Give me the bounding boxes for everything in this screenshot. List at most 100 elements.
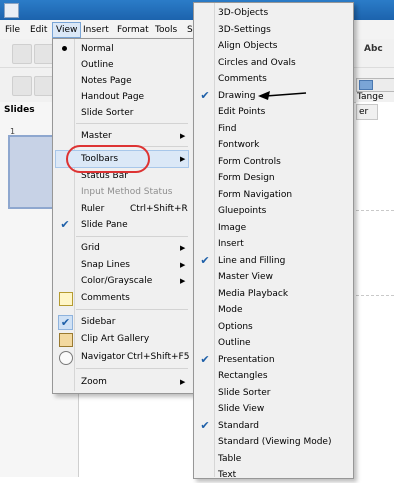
view-menu-outline[interactable]: Outline: [55, 57, 189, 73]
menu-item-label: Form Controls: [218, 157, 281, 167]
toolbar-item-options[interactable]: Options: [195, 319, 350, 335]
toolbar-item-standard[interactable]: ✔ Standard: [195, 418, 350, 434]
menu-view[interactable]: View: [52, 22, 82, 38]
menu-item-label: 3D-Objects: [218, 8, 269, 18]
menu-item-label: 3D-Settings: [218, 25, 271, 35]
menu-item-label: Presentation: [218, 355, 275, 365]
app-icon: [4, 3, 19, 18]
menu-item-label: Outline: [81, 60, 114, 70]
menu-item-label: Snap Lines: [81, 260, 130, 270]
menu-separator: [76, 368, 188, 369]
menu-item-label: Zoom: [81, 377, 107, 387]
menu-item-label: Clip Art Gallery: [81, 334, 150, 344]
line-tool-icon[interactable]: [34, 76, 54, 96]
view-menu-snap-lines[interactable]: Snap Lines ▶: [55, 257, 189, 273]
comments-icon: [59, 292, 73, 306]
menu-insert[interactable]: Insert: [80, 23, 112, 37]
toolbar-item-slide-view[interactable]: Slide View: [195, 401, 350, 417]
view-menu-handout-page[interactable]: Handout Page: [55, 89, 189, 105]
menu-format[interactable]: Format: [114, 23, 152, 37]
toolbar-item-form-design[interactable]: Form Design: [195, 170, 350, 186]
submenu-arrow-icon: ▶: [180, 244, 186, 252]
toolbar-item-edit-points[interactable]: Edit Points: [195, 104, 350, 120]
toolbar-item-image[interactable]: Image: [195, 220, 350, 236]
checkmark-icon: ✔: [58, 315, 73, 330]
toolbar-item-3d-objects[interactable]: 3D-Objects: [195, 5, 350, 21]
view-menu-color-grayscale[interactable]: Color/Grayscale ▶: [55, 273, 189, 289]
toolbar-item-gluepoints[interactable]: Gluepoints: [195, 203, 350, 219]
menu-item-shortcut: Ctrl+Shift+F5: [127, 352, 190, 362]
line-color-select[interactable]: Tange: [356, 78, 394, 102]
menu-item-label: Comments: [81, 293, 130, 303]
menu-tools[interactable]: Tools: [152, 23, 180, 37]
menu-item-label: Edit Points: [218, 107, 266, 117]
menu-item-label: Navigator: [81, 352, 126, 362]
toolbar-item-fontwork[interactable]: Fontwork: [195, 137, 350, 153]
toolbar-item-master-view[interactable]: Master View: [195, 269, 350, 285]
slides-pane-title: Slides: [4, 105, 35, 115]
menu-item-label: Table: [218, 454, 242, 464]
view-menu-zoom[interactable]: Zoom ▶: [55, 374, 189, 390]
toolbar-item-slide-sorter[interactable]: Slide Sorter: [195, 385, 350, 401]
view-menu-slide-sorter[interactable]: Slide Sorter: [55, 105, 189, 121]
menu-item-label: Mode: [218, 305, 243, 315]
line-color-label: Tange: [357, 92, 384, 102]
menu-item-label: Comments: [218, 74, 267, 84]
menu-separator: [76, 123, 188, 124]
toolbar-item-form-controls[interactable]: Form Controls: [195, 154, 350, 170]
toolbar-item-find[interactable]: Find: [195, 121, 350, 137]
new-document-icon[interactable]: [12, 44, 32, 64]
toolbar-item-circles-and-ovals[interactable]: Circles and Ovals: [195, 55, 350, 71]
radio-bullet-icon: [62, 46, 67, 51]
toolbar-item-line-and-filling[interactable]: ✔ Line and Filling: [195, 253, 350, 269]
menu-item-label: Master View: [218, 272, 273, 282]
menu-edit[interactable]: Edit: [27, 23, 50, 37]
view-menu-navigator[interactable]: Navigator Ctrl+Shift+F5: [55, 349, 189, 365]
checkmark-icon: ✔: [200, 89, 210, 102]
view-menu-slide-pane[interactable]: ✔ Slide Pane: [55, 217, 189, 233]
menu-separator: [76, 236, 188, 237]
view-menu-ruler[interactable]: Ruler Ctrl+Shift+R: [55, 201, 189, 217]
menu-item-label: Normal: [81, 44, 114, 54]
placeholder-border: [356, 210, 394, 211]
view-menu-sidebar[interactable]: ✔ Sidebar: [55, 314, 189, 330]
toolbar-item-insert[interactable]: Insert: [195, 236, 350, 252]
menu-item-label: Notes Page: [81, 76, 132, 86]
submenu-arrow-icon: ▶: [180, 155, 186, 163]
toolbar-item-comments[interactable]: Comments: [195, 71, 350, 87]
toolbar-item-3d-settings[interactable]: 3D-Settings: [195, 22, 350, 38]
menu-item-label: Gluepoints: [218, 206, 267, 216]
toolbar-item-table[interactable]: Table: [195, 451, 350, 467]
menu-item-label: Align Objects: [218, 41, 278, 51]
menu-item-label: Drawing: [218, 91, 256, 101]
menu-item-label: Media Playback: [218, 289, 289, 299]
menu-file[interactable]: File: [2, 23, 23, 37]
menu-item-shortcut: Ctrl+Shift+R: [130, 204, 188, 214]
work-area: [356, 102, 394, 477]
view-menu-clip-art-gallery[interactable]: Clip Art Gallery: [55, 331, 189, 347]
menu-item-label: Options: [218, 322, 253, 332]
toolbar-item-rectangles[interactable]: Rectangles: [195, 368, 350, 384]
toolbar-item-media-playback[interactable]: Media Playback: [195, 286, 350, 302]
menu-item-label: Standard: [218, 421, 259, 431]
toolbar-item-form-navigation[interactable]: Form Navigation: [195, 187, 350, 203]
toolbar-item-outline[interactable]: Outline: [195, 335, 350, 351]
toolbar-item-standard-viewing-mode[interactable]: Standard (Viewing Mode): [195, 434, 350, 450]
view-menu-notes-page[interactable]: Notes Page: [55, 73, 189, 89]
menu-item-label: Slide Sorter: [81, 108, 134, 118]
view-menu-master[interactable]: Master ▶: [55, 128, 189, 144]
toolbar-item-presentation[interactable]: ✔ Presentation: [195, 352, 350, 368]
dropdown-arrow-icon[interactable]: [34, 44, 54, 64]
toolbar-item-align-objects[interactable]: Align Objects: [195, 38, 350, 54]
view-tab[interactable]: er: [356, 104, 378, 120]
view-menu-normal[interactable]: Normal: [55, 41, 189, 57]
view-menu-grid[interactable]: Grid ▶: [55, 240, 189, 256]
gallery-icon: [59, 333, 73, 347]
toolbar-item-mode[interactable]: Mode: [195, 302, 350, 318]
toolbar-item-text[interactable]: Text: [195, 467, 350, 483]
view-menu-comments[interactable]: Comments: [55, 290, 189, 306]
select-tool-icon[interactable]: [12, 76, 32, 96]
menu-item-label: Standard (Viewing Mode): [218, 437, 332, 447]
menu-item-label: Image: [218, 223, 247, 233]
spellcheck-button[interactable]: Abc: [364, 44, 383, 54]
